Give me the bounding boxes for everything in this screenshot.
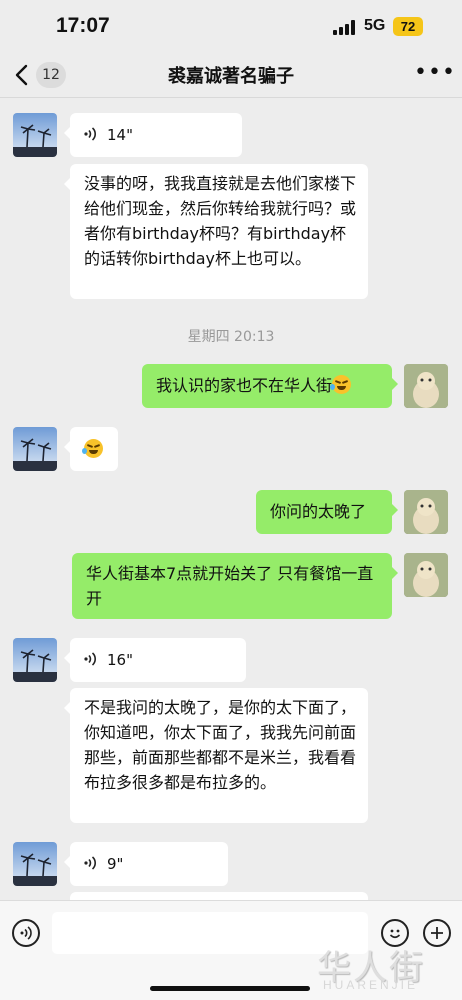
voice-input-button[interactable] [12, 919, 40, 947]
unread-count-badge: 12 [36, 62, 66, 88]
voice-wave-icon [84, 856, 97, 870]
voice-duration: 9" [107, 855, 124, 873]
network-type: 5G [364, 17, 386, 34]
watermark-logo: 华人街 HUARENJIE [313, 940, 453, 996]
voice-message[interactable]: 16" [64, 638, 246, 682]
contact-avatar[interactable] [13, 427, 57, 471]
rolling-laughing-emoji-icon [82, 439, 103, 458]
message-text: 华人街基本7点就开始关了 只有餐馆一直开 [86, 564, 374, 608]
chat-header: 12 裘嘉诚著名骗子 ••• [0, 52, 462, 98]
text-message[interactable]: 没事的呀，我我直接就是去他们家楼下给他们现金，然后你转给我就行吗？或者你有bir… [64, 164, 368, 299]
watermark-subtext: HUARENJIE [323, 978, 419, 992]
emoji-message[interactable] [64, 427, 118, 471]
voice-wave-icon [84, 652, 97, 666]
rolling-laughing-emoji-icon [330, 375, 352, 394]
voice-wave-icon [84, 127, 97, 141]
voice-duration: 14" [107, 126, 133, 144]
contact-avatar[interactable] [13, 638, 57, 682]
message-timestamp: 星期四 20:13 [187, 329, 275, 345]
text-message[interactable]: 你问的太晚了 [256, 490, 398, 534]
text-message[interactable]: 华人街基本7点就开始关了 只有餐馆一直开 [72, 553, 398, 619]
status-bar: 17:07 5G 72 [0, 0, 462, 52]
text-message[interactable]: 我认识的家也不在华人街 [142, 364, 398, 408]
voice-message[interactable]: 9" [64, 842, 228, 886]
self-avatar[interactable] [404, 553, 448, 597]
status-time: 17:07 [56, 14, 110, 37]
voice-duration: 16" [107, 651, 133, 669]
chevron-left-icon [15, 64, 28, 86]
voice-wave-icon [20, 926, 32, 940]
message-text: 我认识的家也不在华人街 [156, 376, 333, 395]
battery-indicator: 72 [393, 17, 423, 36]
signal-icon [333, 19, 357, 35]
more-options-icon[interactable]: ••• [414, 62, 455, 88]
chat-title: 裘嘉诚著名骗子 [168, 66, 294, 87]
self-avatar[interactable] [404, 364, 448, 408]
text-message[interactable]: 不是我问的太晚了，是你的太下面了，你知道吧，你太下面了，我我先问前面那些，前面那… [64, 688, 368, 823]
contact-avatar[interactable] [13, 842, 57, 886]
back-button[interactable]: 12 [14, 60, 68, 90]
home-indicator [150, 986, 310, 991]
message-text: 不是我问的太晚了，是你的太下面了，你知道吧，你太下面了，我我先问前面那些，前面那… [84, 698, 357, 792]
message-text: 你问的太晚了 [270, 502, 367, 521]
contact-avatar[interactable] [13, 113, 57, 157]
self-avatar[interactable] [404, 490, 448, 534]
message-text: 没事的呀，我我直接就是去他们家楼下给他们现金，然后你转给我就行吗？或者你有bir… [84, 174, 357, 268]
voice-message[interactable]: 14" [64, 113, 242, 157]
